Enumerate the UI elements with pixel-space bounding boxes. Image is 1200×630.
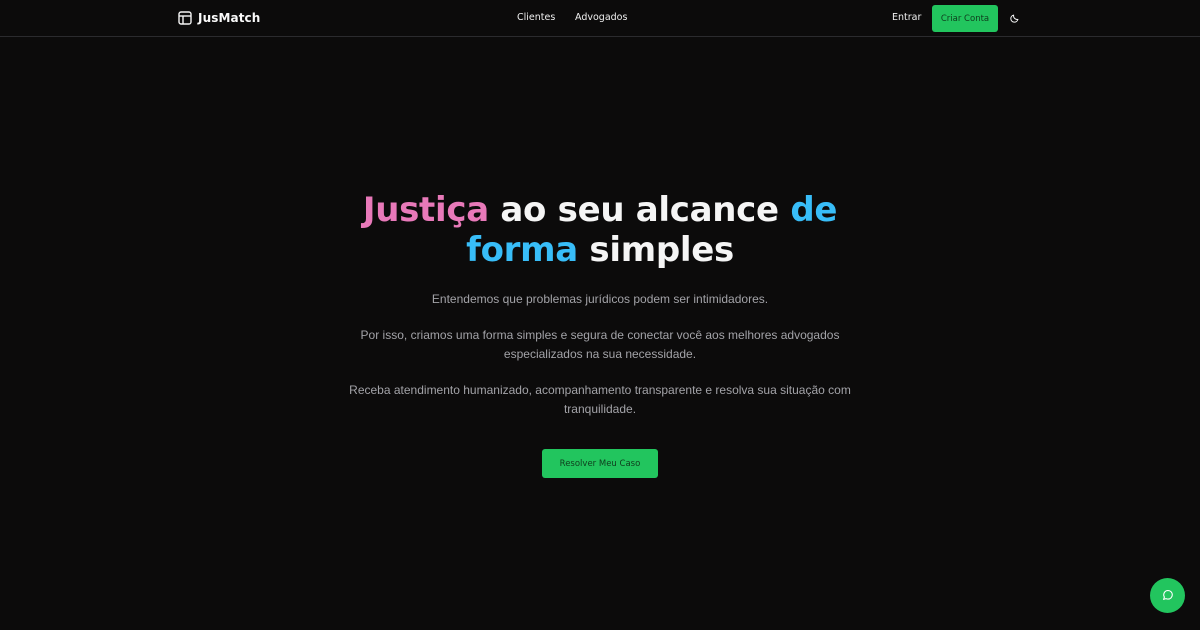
hero-title: Justiça ao seu alcance de forma simples <box>300 190 900 270</box>
hero-paragraph-1: Entendemos que problemas jurídicos podem… <box>431 292 769 306</box>
nav-link-advogados[interactable]: Advogados <box>575 12 627 23</box>
login-link[interactable]: Entrar <box>892 12 921 23</box>
chat-bubble-icon <box>1162 586 1174 605</box>
resolve-case-button[interactable]: Resolver Meu Caso <box>542 449 658 478</box>
top-navbar: JusMatch Clientes Advogados Entrar Criar… <box>0 0 1200 37</box>
signup-button[interactable]: Criar Conta <box>932 5 998 32</box>
chat-button[interactable] <box>1150 578 1185 613</box>
hero-title-text: ao seu alcance <box>488 190 791 230</box>
moon-icon[interactable] <box>1008 11 1022 25</box>
hero-paragraph-2: Por isso, criamos uma forma simples e se… <box>360 328 840 361</box>
hero-title-highlight-justica: Justiça <box>362 190 489 230</box>
nav-link-clientes[interactable]: Clientes <box>517 12 555 23</box>
hero-title-highlight-forma: forma <box>466 230 578 270</box>
landing-page: JusMatch Clientes Advogados Entrar Criar… <box>0 0 1200 630</box>
hero-title-highlight-de: de <box>790 190 838 230</box>
hero-paragraph-3: Receba atendimento humanizado, acompanha… <box>349 383 851 416</box>
hero-title-text-end: simples <box>577 230 734 270</box>
